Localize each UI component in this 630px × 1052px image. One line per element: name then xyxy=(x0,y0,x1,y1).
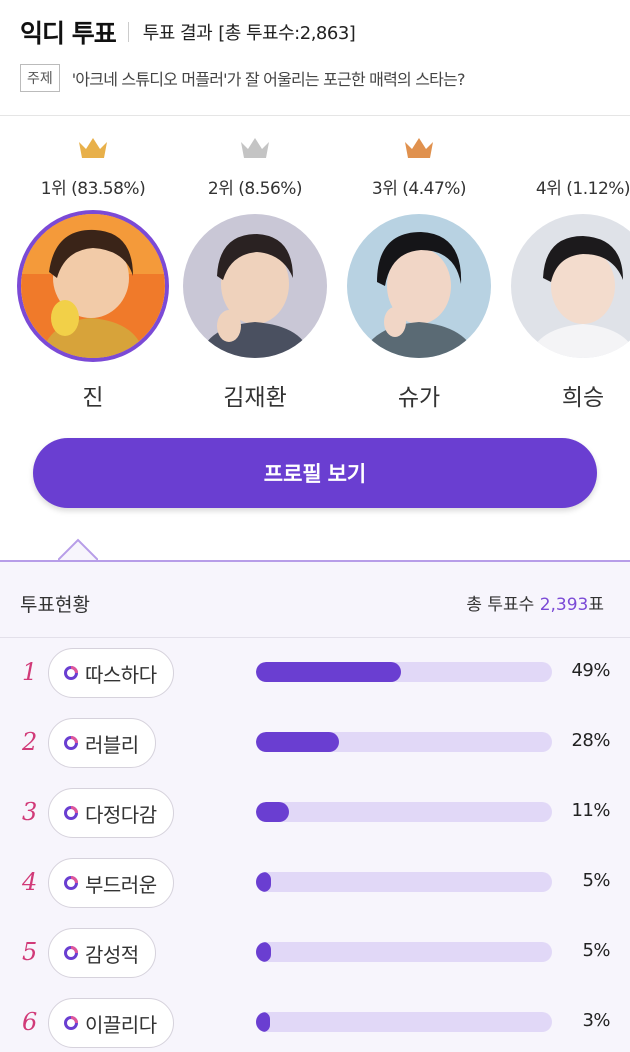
app-title: 익디 투표 xyxy=(20,19,117,48)
item-rank: 2 xyxy=(22,728,38,756)
avatar[interactable] xyxy=(347,214,491,358)
divider xyxy=(127,22,129,42)
ring-icon xyxy=(64,876,78,890)
item-rank: 4 xyxy=(22,868,38,896)
status-total: 총 투표수 2,393표 xyxy=(466,590,604,615)
candidate-rank: 4위 (1.12%) xyxy=(535,179,630,199)
ring-icon xyxy=(64,736,78,750)
total-value: 2,393 xyxy=(539,595,589,615)
silver-crown-icon xyxy=(241,138,269,158)
list-item[interactable]: 4 부드러운 5% xyxy=(0,856,630,912)
result-total: [총 투표수:2,863] xyxy=(218,23,356,44)
list-item[interactable]: 2 러블리 28% xyxy=(0,716,630,772)
topic-badge: 주제 xyxy=(20,64,60,92)
progress-track xyxy=(256,942,552,962)
percent-label: 5% xyxy=(582,940,610,961)
candidate-rank: 1위 (83.58%) xyxy=(40,179,146,199)
candidate-name: 김재환 xyxy=(223,385,287,411)
list-item[interactable]: 1 따스하다 49% xyxy=(0,646,630,702)
keyword-chip[interactable]: 부드러운 xyxy=(48,858,174,908)
progress-fill xyxy=(256,802,289,822)
status-header: 투표현황 총 투표수 2,393표 xyxy=(0,562,630,638)
item-rank: 6 xyxy=(22,1008,38,1036)
progress-track xyxy=(256,1012,552,1032)
ring-icon xyxy=(64,1016,78,1030)
keyword-chip[interactable]: 따스하다 xyxy=(48,648,174,698)
profile-view-button[interactable]: 프로필 보기 xyxy=(33,438,597,508)
status-title: 투표현황 xyxy=(20,594,90,616)
percent-label: 3% xyxy=(582,1010,610,1031)
candidate-rank: 2위 (8.56%) xyxy=(207,179,303,199)
list-item[interactable]: 5 감성적 5% xyxy=(0,926,630,982)
vote-status-panel: 투표현황 총 투표수 2,393표 1 따스하다 49% 2 러블리 28% 3 다정다감 11… xyxy=(0,560,630,1052)
title-row: 익디 투표 투표 결과 [총 투표수:2,863] xyxy=(20,14,356,50)
percent-label: 11% xyxy=(571,800,610,821)
candidate-rank: 3위 (4.47%) xyxy=(371,179,467,199)
progress-track xyxy=(256,732,552,752)
avatar[interactable] xyxy=(183,214,327,358)
keyword-label: 부드러운 xyxy=(85,872,157,897)
bronze-crown-icon xyxy=(405,138,433,158)
progress-track xyxy=(256,662,552,682)
total-label: 총 투표수 xyxy=(466,595,535,615)
list-item[interactable]: 6 이끌리다 3% xyxy=(0,996,630,1052)
progress-fill xyxy=(256,872,271,892)
keyword-chip[interactable]: 다정다감 xyxy=(48,788,174,838)
keyword-label: 감성적 xyxy=(85,942,139,967)
item-rank: 5 xyxy=(22,938,38,966)
progress-track xyxy=(256,872,552,892)
item-rank: 3 xyxy=(22,798,38,826)
vote-header: 익디 투표 투표 결과 [총 투표수:2,863] 주제 '아크네 스튜디오 머… xyxy=(0,0,630,116)
keyword-label: 다정다감 xyxy=(85,802,157,827)
percent-label: 49% xyxy=(571,660,610,681)
progress-track xyxy=(256,802,552,822)
avatar[interactable] xyxy=(511,214,630,358)
progress-fill xyxy=(256,942,271,962)
keyword-chip[interactable]: 이끌리다 xyxy=(48,998,174,1048)
ring-icon xyxy=(64,666,78,680)
progress-fill xyxy=(256,732,339,752)
ring-icon xyxy=(64,806,78,820)
candidate-name: 슈가 xyxy=(397,385,441,411)
keyword-label: 따스하다 xyxy=(85,662,157,687)
candidate-carousel[interactable]: 1위 (83.58%) 진 2위 (8.56%) 김재환 3위 (4.47%) … xyxy=(0,116,630,560)
pointer-triangle xyxy=(58,538,98,560)
total-unit: 표 xyxy=(588,595,604,615)
list-item[interactable]: 3 다정다감 11% xyxy=(0,786,630,842)
candidate-name: 희승 xyxy=(561,385,605,411)
ring-icon xyxy=(64,946,78,960)
percent-label: 5% xyxy=(582,870,610,891)
progress-fill xyxy=(256,662,401,682)
item-rank: 1 xyxy=(22,658,38,686)
keyword-chip[interactable]: 러블리 xyxy=(48,718,156,768)
candidate-name: 진 xyxy=(82,385,104,411)
gold-crown-icon xyxy=(79,138,107,158)
keyword-chip[interactable]: 감성적 xyxy=(48,928,156,978)
progress-fill xyxy=(256,1012,270,1032)
keyword-label: 러블리 xyxy=(85,732,139,757)
percent-label: 28% xyxy=(571,730,610,751)
topic-text: '아크네 스튜디오 머플러'가 잘 어울리는 포근한 매력의 스타는? xyxy=(71,70,466,89)
avatar[interactable] xyxy=(21,214,165,358)
result-label: 투표 결과 xyxy=(142,23,213,44)
keyword-label: 이끌리다 xyxy=(85,1012,157,1037)
topic-row: 주제 '아크네 스튜디오 머플러'가 잘 어울리는 포근한 매력의 스타는? xyxy=(20,64,465,92)
